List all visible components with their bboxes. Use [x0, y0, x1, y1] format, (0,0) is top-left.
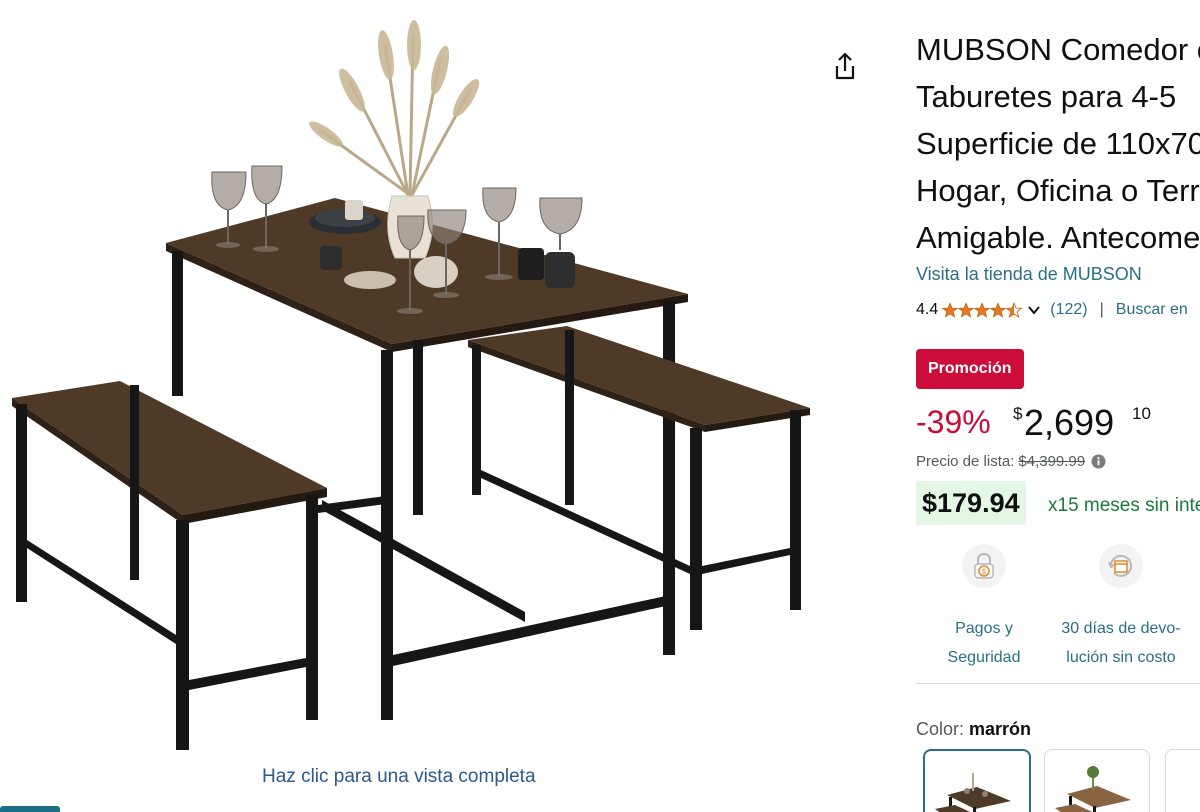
thumbnail-indicator	[0, 806, 60, 812]
feature-label-line: 30 días de devo-	[1061, 620, 1181, 637]
store-link[interactable]: Visita la tienda de MUBSON	[916, 264, 1142, 285]
color-label: Color:	[916, 719, 965, 739]
star-icon	[942, 301, 1023, 318]
installment-amount: $179.94	[916, 481, 1026, 525]
info-icon[interactable]	[1091, 454, 1106, 469]
separator: |	[1099, 301, 1104, 318]
color-swatch-brown[interactable]	[923, 749, 1031, 812]
product-image[interactable]	[0, 0, 830, 760]
reviews-link[interactable]: (122)	[1050, 301, 1087, 319]
search-in-link[interactable]: Buscar en	[1116, 301, 1188, 319]
product-title-line: Taburetes para 4-5	[916, 79, 1177, 114]
product-title-line: MUBSON Comedor con	[916, 32, 1200, 67]
share-button[interactable]	[828, 50, 862, 84]
product-title-line: Hogar, Oficina o Terraza,	[916, 173, 1200, 208]
promo-badge: Promoción	[916, 349, 1024, 389]
feature-label-line: lución sin costo	[1066, 649, 1176, 666]
svg-text:$: $	[982, 569, 986, 576]
secure-payment-icon: $	[962, 544, 1006, 588]
rating-value: 4.4	[916, 301, 939, 318]
discount-percent: -39%	[916, 404, 991, 440]
divider	[916, 683, 1200, 684]
chevron-down-icon[interactable]	[1026, 302, 1042, 318]
list-price-row: Precio de lista: $4,399.99	[916, 453, 1106, 470]
return-icon	[1099, 544, 1143, 588]
full-view-link[interactable]: Haz clic para una vista completa	[262, 766, 536, 788]
rating-row: 4.4 (122) | Buscar en	[916, 299, 1188, 321]
star-rating[interactable]	[942, 301, 1024, 319]
color-selection-label: Color: marrón	[916, 719, 1031, 740]
installment-text[interactable]: x15 meses sin intereses	[1048, 495, 1200, 517]
feature-label-line: Seguridad	[947, 649, 1021, 666]
list-price-value: $4,399.99	[1018, 453, 1086, 470]
product-info-panel: MUBSON Comedor con Taburetes para 4-5 Su…	[916, 0, 1200, 812]
feature-secure-payment[interactable]: $ Pagos y Seguridad	[916, 544, 1059, 672]
price-whole: 2,699	[1024, 402, 1115, 443]
price-fraction: 10	[1132, 404, 1151, 423]
feature-free-returns[interactable]: 30 días de devo- lución sin costo	[1046, 544, 1196, 672]
color-value: marrón	[969, 719, 1032, 739]
share-icon	[835, 52, 855, 80]
feature-label-line: Pagos y	[955, 620, 1013, 637]
color-swatch-more[interactable]	[1165, 749, 1200, 812]
product-title-line: Superficie de 110x70	[916, 126, 1200, 161]
color-swatch-alt[interactable]	[1044, 749, 1150, 812]
price-currency: $	[1013, 404, 1023, 423]
list-price-label: Precio de lista:	[916, 453, 1015, 470]
product-title-line: Amigable. Antecomedor	[916, 220, 1200, 255]
